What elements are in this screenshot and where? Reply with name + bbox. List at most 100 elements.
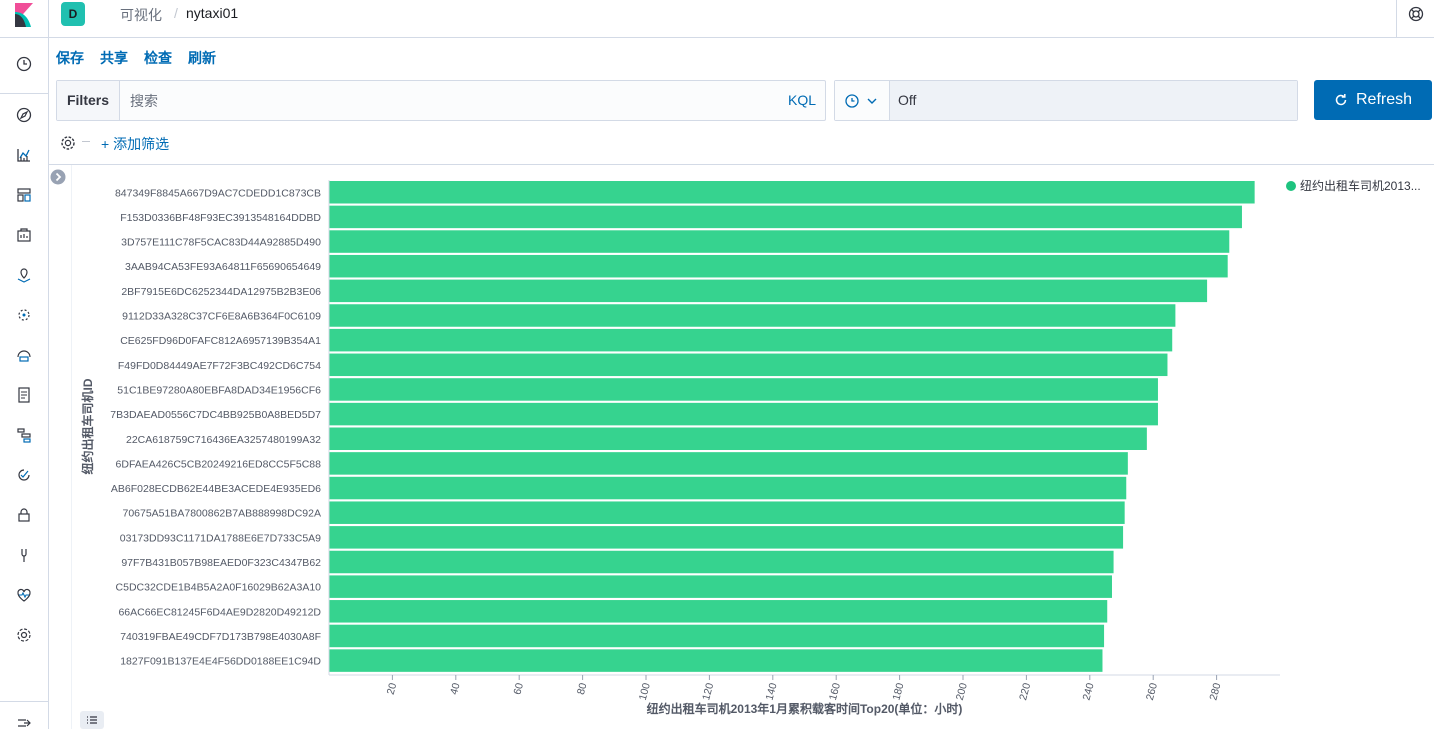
y-tick-label: 1827F091B137E4E4F56DD0188EE1C94D [120, 656, 321, 668]
x-tick-label: 40 [448, 682, 463, 697]
bar[interactable] [329, 230, 1230, 253]
refresh-interval-value[interactable]: Off [890, 81, 1297, 120]
refresh-link[interactable]: 刷新 [188, 48, 216, 68]
bar[interactable] [329, 649, 1103, 672]
visualization-divider [49, 164, 1434, 165]
breadcrumb-separator: / [174, 5, 178, 21]
x-tick-label: 280 [1207, 682, 1223, 702]
clock-icon[interactable] [14, 54, 34, 74]
bar[interactable] [329, 181, 1255, 204]
maps-icon[interactable] [14, 265, 34, 285]
bar[interactable] [329, 624, 1105, 648]
bar[interactable] [329, 427, 1147, 451]
quick-menu-button[interactable] [835, 81, 890, 120]
refresh-icon [1335, 94, 1347, 106]
y-tick-label: 03173DD93C1171DA1788E6E7D733C5A9 [120, 532, 321, 544]
bar[interactable] [329, 452, 1128, 475]
add-filter-button[interactable]: + 添加筛选 [101, 134, 169, 154]
y-tick-label: 7B3DAEAD0556C7DC4BB925B0A8BED5D7 [110, 409, 321, 421]
logs-icon[interactable] [14, 385, 34, 405]
filters-button[interactable]: Filters [57, 81, 120, 120]
dashboard-icon[interactable] [14, 185, 34, 205]
collapse-nav-icon[interactable] [14, 713, 34, 733]
refresh-button[interactable]: Refresh [1314, 80, 1432, 120]
legend-toggle-button[interactable] [80, 711, 104, 729]
bar[interactable] [329, 501, 1125, 524]
bar[interactable] [329, 526, 1124, 549]
x-tick-label: 80 [575, 682, 590, 697]
legend-color-dot [1286, 181, 1296, 191]
bar[interactable] [329, 328, 1173, 352]
help-menu-button[interactable] [1396, 0, 1434, 37]
list-icon [87, 716, 97, 724]
y-tick-label: 740319FBAE49CDF7D173B798E4030A8F [120, 631, 321, 643]
kibana-logo-icon [15, 3, 33, 27]
legend-item[interactable]: 纽约出租车司机2013... [1286, 177, 1421, 194]
y-tick-label: 51C1BE97280A80EBFA8DAD34E1956CF6 [117, 384, 321, 396]
bar-chart: 847349F8845A667D9AC7CDEDD1C873CB F153D033… [80, 180, 1280, 716]
breadcrumb-current: nytaxi01 [186, 5, 239, 21]
x-axis-title: 纽约出租车司机2013年1月累积载客时间Top20(单位：小时) [647, 701, 963, 716]
bar[interactable] [329, 254, 1228, 278]
x-tick-label: 60 [511, 682, 526, 697]
help-icon [1408, 6, 1424, 22]
share-link[interactable]: 共享 [100, 48, 128, 68]
nav-divider [0, 701, 48, 702]
kql-language-toggle[interactable]: KQL [788, 81, 816, 120]
y-tick-label: 847349F8845A667D9AC7CDEDD1C873CB [115, 187, 321, 199]
save-link[interactable]: 保存 [56, 48, 84, 68]
search-input[interactable] [120, 81, 760, 120]
visualize-icon[interactable] [14, 145, 34, 165]
y-tick-label: AB6F028ECDB62E44BE3ACEDE4E935ED6 [111, 483, 321, 495]
uptime-icon[interactable] [14, 465, 34, 485]
bar[interactable] [329, 378, 1158, 401]
monitoring-icon[interactable] [14, 585, 34, 605]
y-tick-label: 9112D33A328C37CF6E8A6B364F0C6109 [122, 311, 321, 323]
management-icon[interactable] [14, 625, 34, 645]
y-tick-label: CE625FD96D0FAFC812A6957139B354A1 [120, 335, 321, 347]
y-axis-title: 纽约出租车司机ID [80, 378, 95, 474]
filter-settings-gear-icon[interactable] [59, 134, 77, 152]
nav-divider [0, 93, 48, 94]
bar[interactable] [329, 304, 1176, 327]
bar[interactable] [329, 476, 1127, 500]
x-tick-label: 100 [637, 682, 653, 702]
bar[interactable] [329, 205, 1242, 229]
y-tick-label: F153D0336BF48F93EC3913548164DDBD [120, 212, 321, 224]
x-tick-label: 260 [1144, 682, 1160, 702]
inspect-link[interactable]: 检查 [144, 48, 172, 68]
bar[interactable] [329, 550, 1114, 574]
ml-icon[interactable] [14, 305, 34, 325]
refresh-button-label: Refresh [1356, 91, 1413, 108]
filter-separator [82, 141, 90, 142]
canvas-icon[interactable] [14, 225, 34, 245]
x-tick-label: 200 [954, 682, 970, 702]
x-tick-label: 220 [1017, 682, 1033, 702]
x-tick-label: 180 [890, 682, 906, 702]
bar[interactable] [329, 600, 1108, 623]
calendar-clock-icon [845, 94, 859, 108]
side-navigation [0, 38, 49, 729]
compass-icon[interactable] [14, 105, 34, 125]
x-tick-label: 160 [827, 682, 843, 702]
breadcrumb-visualize[interactable]: 可视化 [120, 5, 162, 25]
bar[interactable] [329, 353, 1168, 377]
x-tick-label: 240 [1081, 682, 1097, 702]
bar[interactable] [329, 402, 1158, 426]
apm-icon[interactable] [14, 425, 34, 445]
y-tick-label: 6DFAEA426C5CB20249216ED8CC5F5C88 [116, 458, 322, 470]
y-tick-label: 66AC66EC81245F6D4AE9D2820D49212D [118, 606, 321, 618]
space-avatar[interactable]: D [61, 2, 85, 26]
infrastructure-icon[interactable] [14, 345, 34, 365]
dev-tools-icon[interactable] [14, 545, 34, 565]
y-tick-label: 2BF7915E6DC6252344DA12975B2B3E06 [121, 286, 321, 298]
siem-icon[interactable] [14, 505, 34, 525]
bar[interactable] [329, 575, 1112, 598]
y-tick-label: 70675A51BA7800862B7AB888998DC92A [122, 508, 321, 520]
y-tick-label: 3AAB94CA53FE93A64811F65690654649 [125, 261, 321, 273]
kibana-logo[interactable] [0, 0, 49, 37]
bar[interactable] [329, 279, 1208, 303]
chevron-right-icon[interactable] [50, 169, 66, 185]
chevron-down-icon [867, 98, 877, 104]
x-tick-label: 120 [700, 682, 716, 702]
